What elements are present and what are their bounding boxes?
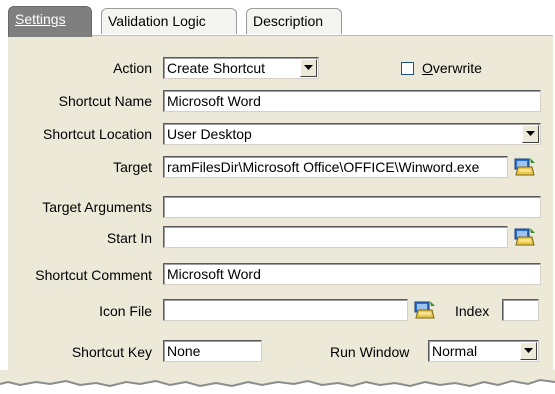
shortcut-key-label: Shortcut Key (71, 344, 152, 360)
shortcut-name-field[interactable]: Microsoft Word (163, 90, 541, 112)
chevron-down-icon[interactable] (520, 342, 537, 360)
shortcut-comment-label: Shortcut Comment (35, 267, 152, 283)
tab-settings-label: Settings (15, 11, 66, 27)
chevron-down-icon[interactable] (522, 125, 539, 143)
action-select[interactable]: Create Shortcut (163, 57, 319, 79)
overwrite-access-key: O (422, 60, 433, 76)
torn-edge-decoration (0, 370, 555, 388)
chevron-down-icon[interactable] (300, 59, 317, 77)
tab-description-label: Description (253, 13, 324, 29)
action-select-value: Create Shortcut (167, 60, 266, 76)
overwrite-label[interactable]: Overwrite (422, 60, 482, 76)
tab-validation-logic[interactable]: Validation Logic (101, 8, 237, 34)
target-arguments-field[interactable] (163, 196, 541, 218)
folder-browse-icon[interactable] (414, 300, 436, 322)
action-label: Action (113, 60, 152, 76)
tab-description[interactable]: Description (246, 8, 342, 34)
icon-file-label: Icon File (99, 303, 152, 319)
target-arguments-label: Target Arguments (42, 199, 152, 215)
shortcut-key-value: None (167, 343, 201, 359)
shortcut-location-label: Shortcut Location (43, 126, 152, 142)
shortcut-name-value: Microsoft Word (167, 93, 261, 109)
tab-validation-logic-label: Validation Logic (108, 13, 206, 29)
shortcut-location-select[interactable]: User Desktop (163, 123, 541, 145)
run-window-select[interactable]: Normal (428, 340, 539, 362)
target-label: Target (113, 159, 152, 175)
index-field[interactable] (502, 299, 539, 321)
overwrite-checkbox[interactable] (401, 62, 414, 75)
shortcut-comment-value: Microsoft Word (167, 266, 261, 282)
icon-file-field[interactable] (163, 299, 408, 321)
run-window-label: Run Window (330, 344, 410, 360)
start-in-label: Start In (106, 230, 152, 246)
tab-settings[interactable]: Settings (8, 6, 92, 37)
shortcut-key-field[interactable]: None (163, 340, 262, 362)
folder-browse-icon[interactable] (514, 157, 536, 179)
shortcut-location-value: User Desktop (167, 126, 252, 142)
run-window-value: Normal (432, 343, 478, 359)
target-field[interactable]: ramFilesDir\Microsoft Office\OFFICE\Winw… (163, 156, 508, 178)
start-in-field[interactable] (163, 226, 508, 248)
tab-strip: Settings Validation Logic Description (0, 0, 555, 37)
shortcut-comment-field[interactable]: Microsoft Word (163, 263, 541, 285)
index-label: Index (455, 303, 490, 319)
shortcut-name-label: Shortcut Name (58, 93, 152, 109)
overwrite-label-rest: verwrite (432, 60, 482, 76)
folder-browse-icon[interactable] (514, 227, 536, 249)
target-value: ramFilesDir\Microsoft Office\OFFICE\Winw… (167, 159, 480, 175)
